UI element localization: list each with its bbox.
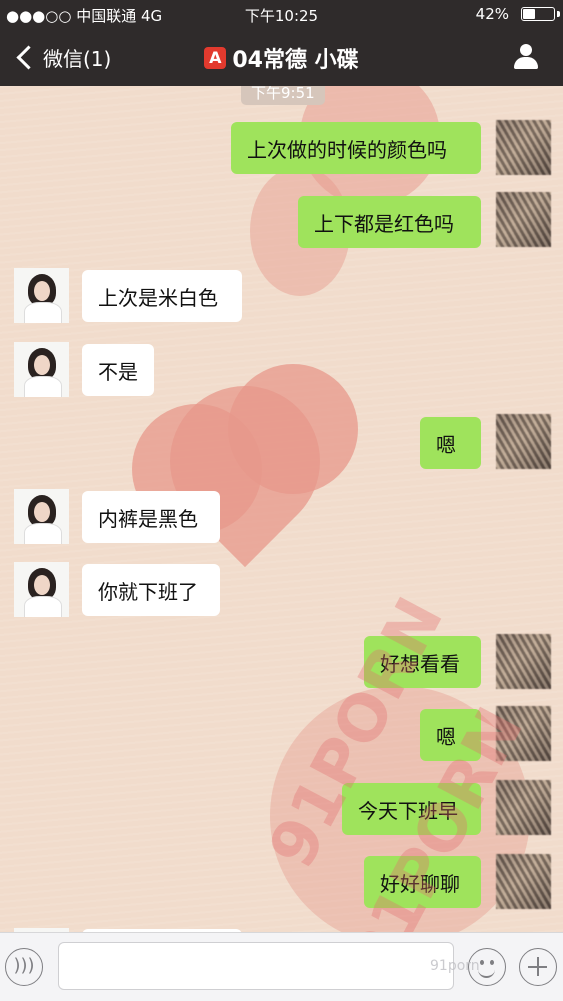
person-icon[interactable] bbox=[513, 44, 539, 70]
avatar[interactable] bbox=[14, 268, 69, 323]
message-bubble[interactable]: 上次做的时候的颜色吗 bbox=[231, 122, 481, 174]
message-bubble[interactable]: 不是 bbox=[82, 344, 154, 396]
avatar[interactable] bbox=[14, 562, 69, 617]
avatar[interactable] bbox=[496, 634, 551, 689]
avatar[interactable] bbox=[14, 489, 69, 544]
voice-icon[interactable]: ))) bbox=[5, 948, 43, 986]
avatar[interactable] bbox=[496, 854, 551, 909]
message-input[interactable] bbox=[58, 942, 454, 990]
chat-area[interactable]: 下午9:51 上次做的时候的颜色吗 上下都是红色吗 上次是米白色 不是 嗯 内裤… bbox=[0, 86, 563, 932]
battery-percent: 42% bbox=[475, 5, 509, 23]
a-badge-icon: A bbox=[204, 47, 227, 69]
status-bar: ●●●○○ 中国联通 4G 下午10:25 42% bbox=[0, 0, 563, 28]
avatar[interactable] bbox=[496, 414, 551, 469]
chat-title-text: 04常德 小碟 bbox=[232, 48, 359, 73]
message-bubble[interactable]: 上次是米白色 bbox=[82, 270, 242, 322]
plus-icon[interactable] bbox=[519, 948, 557, 986]
heart-lobe bbox=[228, 364, 358, 494]
message-bubble[interactable]: 你就下班了 bbox=[82, 564, 220, 616]
message-bubble[interactable]: 嗯 bbox=[420, 417, 481, 469]
avatar[interactable] bbox=[496, 120, 551, 175]
timestamp-chip: 下午9:51 bbox=[241, 86, 325, 105]
battery-icon bbox=[521, 7, 555, 21]
avatar[interactable] bbox=[496, 192, 551, 247]
message-bubble[interactable]: 上下都是红色吗 bbox=[298, 196, 481, 248]
nav-bar: 微信(1) A 04常德 小碟 bbox=[0, 28, 563, 86]
watermark-small: 91porn bbox=[430, 958, 480, 974]
avatar[interactable] bbox=[14, 342, 69, 397]
message-bubble[interactable]: 内裤是黑色 bbox=[82, 491, 220, 543]
battery-tip bbox=[557, 11, 560, 17]
chat-title: A 04常德 小碟 bbox=[0, 42, 563, 74]
